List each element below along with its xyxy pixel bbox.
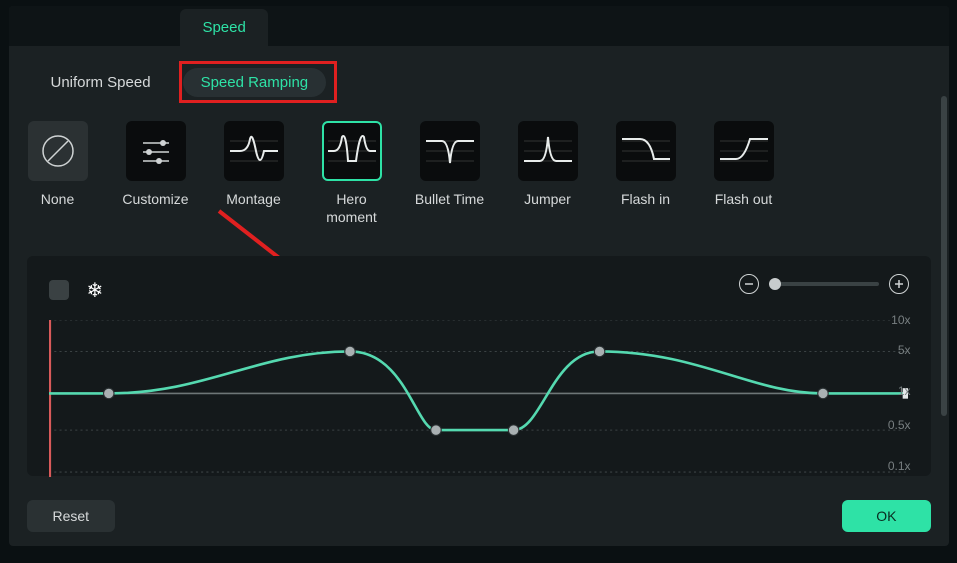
zoom-out-button[interactable] [739, 274, 759, 294]
curve-svg [49, 320, 909, 477]
preset-hero-thumb [322, 121, 382, 181]
tab-speed[interactable]: Speed [180, 9, 267, 46]
axis-label-1x: 1x [898, 384, 911, 398]
flashout-curve-icon [716, 123, 772, 179]
preset-flashout[interactable]: Flash out [709, 121, 779, 226]
preset-jumper[interactable]: Jumper [513, 121, 583, 226]
sliders-icon [135, 130, 177, 172]
speed-curve[interactable] [49, 351, 909, 430]
sub-tab-ramping[interactable]: Speed Ramping [183, 68, 327, 97]
speed-panel: Video Color Speed Uniform Speed Speed Ra… [9, 6, 949, 546]
preset-montage[interactable]: Montage [219, 121, 289, 226]
axis-label-10x: 10x [891, 313, 910, 327]
flashin-curve-icon [618, 123, 674, 179]
presets-row: None Customize Montage [9, 115, 949, 226]
none-icon [38, 131, 78, 171]
zoom-controls [739, 274, 909, 294]
preset-customize[interactable]: Customize [121, 121, 191, 226]
hero-curve-icon [324, 123, 380, 179]
preset-bullet[interactable]: Bullet Time [415, 121, 485, 226]
preset-flashin[interactable]: Flash in [611, 121, 681, 226]
reset-button[interactable]: Reset [27, 500, 116, 532]
bullet-curve-icon [422, 123, 478, 179]
preset-customize-thumb [126, 121, 186, 181]
curve-point[interactable] [103, 388, 113, 398]
axis-label-01x: 0.1x [888, 459, 911, 473]
preset-hero-label: Hero moment [317, 191, 387, 226]
preset-none[interactable]: None [23, 121, 93, 226]
preset-customize-label: Customize [122, 191, 188, 209]
preset-flashout-label: Flash out [715, 191, 773, 209]
preset-bullet-thumb [420, 121, 480, 181]
preset-flashin-label: Flash in [621, 191, 670, 209]
keyframe-toggle[interactable] [49, 280, 69, 300]
zoom-in-button[interactable] [889, 274, 909, 294]
freeze-frame-icon[interactable]: ❄ [87, 278, 104, 303]
preset-none-label: None [41, 191, 74, 209]
curve-point[interactable] [817, 388, 827, 398]
axis-label-05x: 0.5x [888, 418, 911, 432]
tab-strip-bg [9, 6, 949, 46]
axis-label-5x: 5x [898, 343, 911, 357]
preset-hero[interactable]: Hero moment [317, 121, 387, 226]
preset-jumper-thumb [518, 121, 578, 181]
footer: Reset OK [27, 500, 931, 532]
sub-tab-uniform[interactable]: Uniform Speed [33, 68, 169, 97]
ok-button[interactable]: OK [842, 500, 930, 532]
curve-point[interactable] [344, 346, 354, 356]
curve-point[interactable] [508, 425, 518, 435]
curve-area[interactable]: 10x 5x 1x 0.5x 0.1x [49, 320, 909, 470]
curve-point[interactable] [430, 425, 440, 435]
sub-tabs: Uniform Speed Speed Ramping [9, 46, 949, 115]
preset-montage-thumb [224, 121, 284, 181]
jumper-curve-icon [520, 123, 576, 179]
preset-none-thumb [28, 121, 88, 181]
preset-jumper-label: Jumper [524, 191, 571, 209]
preset-bullet-label: Bullet Time [415, 191, 484, 209]
zoom-slider-handle[interactable] [769, 278, 781, 290]
curve-editor: ❄ [27, 256, 931, 476]
preset-montage-label: Montage [226, 191, 280, 209]
preset-flashin-thumb [616, 121, 676, 181]
montage-curve-icon [226, 123, 282, 179]
curve-point[interactable] [594, 346, 604, 356]
preset-flashout-thumb [714, 121, 774, 181]
zoom-slider[interactable] [769, 282, 879, 286]
scrollbar[interactable] [941, 96, 947, 416]
